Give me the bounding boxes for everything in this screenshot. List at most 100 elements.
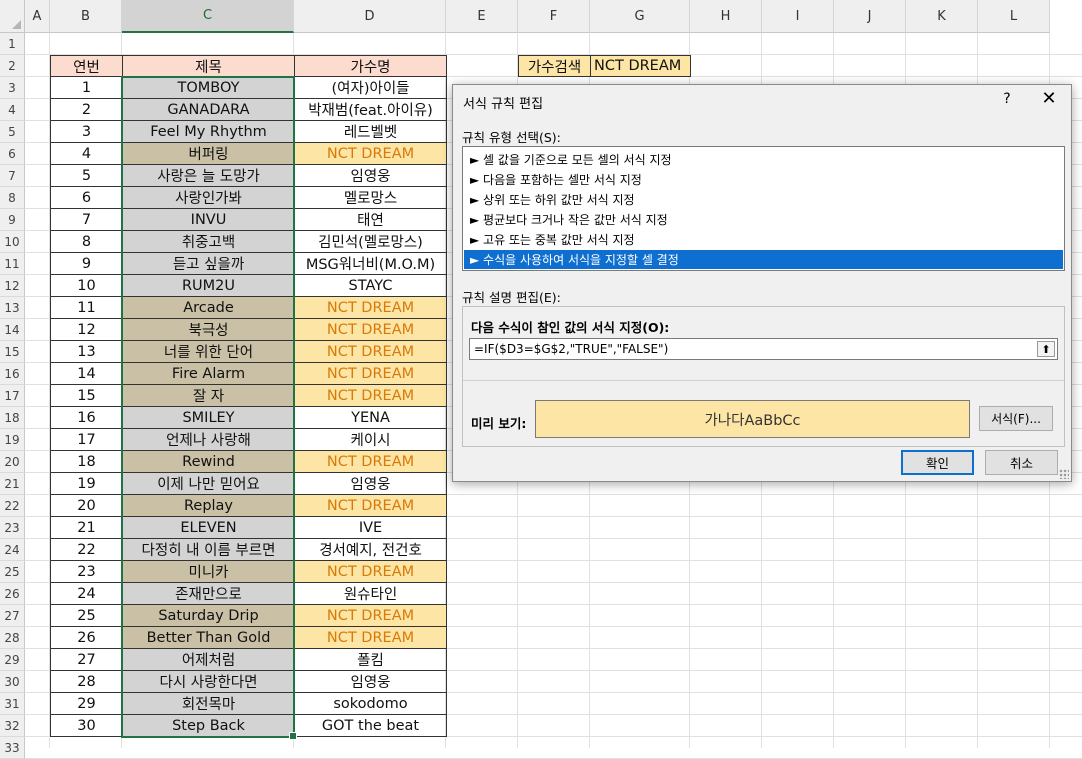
- cell-artist[interactable]: NCT DREAM: [294, 341, 447, 363]
- cell-artist[interactable]: 멜로망스: [294, 187, 447, 209]
- rule-type-item[interactable]: ► 셀 값을 기준으로 모든 셀의 서식 지정: [464, 150, 1063, 169]
- cell-num[interactable]: 17: [50, 429, 123, 451]
- cell-title[interactable]: 너를 위한 단어: [122, 341, 295, 363]
- cell-num[interactable]: 23: [50, 561, 123, 583]
- close-icon[interactable]: ✕: [1038, 88, 1060, 109]
- cell-num[interactable]: 30: [50, 715, 123, 737]
- cell-artist[interactable]: 김민석(멜로망스): [294, 231, 447, 253]
- search-label-cell[interactable]: 가수검색: [518, 55, 591, 77]
- row-header-15[interactable]: 15: [0, 341, 25, 363]
- cell-artist[interactable]: NCT DREAM: [294, 319, 447, 341]
- row-header-2[interactable]: 2: [0, 55, 25, 77]
- cell-artist[interactable]: sokodomo: [294, 693, 447, 715]
- row-header-10[interactable]: 10: [0, 231, 25, 253]
- cell-artist[interactable]: 경서예지, 전건호: [294, 539, 447, 561]
- cell-num[interactable]: 28: [50, 671, 123, 693]
- cell-num[interactable]: 22: [50, 539, 123, 561]
- format-button[interactable]: 서식(F)...: [979, 406, 1053, 431]
- column-header-f[interactable]: F: [518, 0, 590, 33]
- header-artist[interactable]: 가수명: [294, 55, 447, 77]
- cell-artist[interactable]: STAYC: [294, 275, 447, 297]
- cell-artist[interactable]: IVE: [294, 517, 447, 539]
- column-header-b[interactable]: B: [50, 0, 122, 33]
- header-title[interactable]: 제목: [122, 55, 295, 77]
- cell-num[interactable]: 8: [50, 231, 123, 253]
- cell-title[interactable]: 사랑인가봐: [122, 187, 295, 209]
- cell-title[interactable]: Better Than Gold: [122, 627, 295, 649]
- cell-title[interactable]: SMILEY: [122, 407, 295, 429]
- cell-num[interactable]: 27: [50, 649, 123, 671]
- column-header-h[interactable]: H: [690, 0, 762, 33]
- rule-type-list[interactable]: ► 셀 값을 기준으로 모든 셀의 서식 지정 ► 다음을 포함하는 셀만 서식 …: [462, 146, 1065, 271]
- cell-artist[interactable]: NCT DREAM: [294, 385, 447, 407]
- cell-num[interactable]: 13: [50, 341, 123, 363]
- search-value-cell[interactable]: NCT DREAM: [590, 55, 691, 77]
- cell-title[interactable]: Saturday Drip: [122, 605, 295, 627]
- row-header-3[interactable]: 3: [0, 77, 25, 99]
- cell-title[interactable]: 언제나 사랑해: [122, 429, 295, 451]
- cell-num[interactable]: 4: [50, 143, 123, 165]
- row-header-27[interactable]: 27: [0, 605, 25, 627]
- cell-title[interactable]: Feel My Rhythm: [122, 121, 295, 143]
- rule-type-item[interactable]: ► 고유 또는 중복 값만 서식 지정: [464, 230, 1063, 249]
- row-header-31[interactable]: 31: [0, 693, 25, 715]
- row-header-17[interactable]: 17: [0, 385, 25, 407]
- cancel-button[interactable]: 취소: [985, 450, 1058, 475]
- cell-title[interactable]: 취중고백: [122, 231, 295, 253]
- cell-artist[interactable]: 박재범(feat.아이유): [294, 99, 447, 121]
- cell-title[interactable]: 사랑은 늘 도망가: [122, 165, 295, 187]
- cell-artist[interactable]: NCT DREAM: [294, 143, 447, 165]
- cell-num[interactable]: 1: [50, 77, 123, 99]
- column-header-d[interactable]: D: [294, 0, 446, 33]
- row-header-19[interactable]: 19: [0, 429, 25, 451]
- cell-title[interactable]: 존재만으로: [122, 583, 295, 605]
- cell-artist[interactable]: NCT DREAM: [294, 297, 447, 319]
- row-header-25[interactable]: 25: [0, 561, 25, 583]
- cell-artist[interactable]: 케이시: [294, 429, 447, 451]
- resize-grip-icon[interactable]: [1059, 469, 1069, 479]
- row-header-24[interactable]: 24: [0, 539, 25, 561]
- cell-artist[interactable]: (여자)아이들: [294, 77, 447, 99]
- cell-artist[interactable]: NCT DREAM: [294, 451, 447, 473]
- row-header-9[interactable]: 9: [0, 209, 25, 231]
- header-num[interactable]: 연번: [50, 55, 123, 77]
- cell-title[interactable]: Replay: [122, 495, 295, 517]
- column-header-i[interactable]: I: [762, 0, 834, 33]
- cell-artist[interactable]: 태연: [294, 209, 447, 231]
- row-header-11[interactable]: 11: [0, 253, 25, 275]
- formula-input[interactable]: =IF($D3=$G$2,"TRUE","FALSE") ⬆: [469, 338, 1058, 360]
- cell-artist[interactable]: NCT DREAM: [294, 363, 447, 385]
- cell-num[interactable]: 24: [50, 583, 123, 605]
- cell-num[interactable]: 14: [50, 363, 123, 385]
- cell-num[interactable]: 19: [50, 473, 123, 495]
- cell-title[interactable]: 북극성: [122, 319, 295, 341]
- cell-title[interactable]: INVU: [122, 209, 295, 231]
- row-header-33[interactable]: 33: [0, 737, 25, 759]
- cell-artist[interactable]: NCT DREAM: [294, 561, 447, 583]
- cell-artist[interactable]: YENA: [294, 407, 447, 429]
- row-header-5[interactable]: 5: [0, 121, 25, 143]
- row-header-18[interactable]: 18: [0, 407, 25, 429]
- cell-artist[interactable]: 임영웅: [294, 671, 447, 693]
- row-header-32[interactable]: 32: [0, 715, 25, 737]
- cell-title[interactable]: 어제처럼: [122, 649, 295, 671]
- cell-num[interactable]: 5: [50, 165, 123, 187]
- row-header-29[interactable]: 29: [0, 649, 25, 671]
- row-header-23[interactable]: 23: [0, 517, 25, 539]
- cell-num[interactable]: 3: [50, 121, 123, 143]
- row-header-28[interactable]: 28: [0, 627, 25, 649]
- row-header-8[interactable]: 8: [0, 187, 25, 209]
- cell-title[interactable]: RUM2U: [122, 275, 295, 297]
- column-header-k[interactable]: K: [906, 0, 978, 33]
- row-header-26[interactable]: 26: [0, 583, 25, 605]
- row-header-6[interactable]: 6: [0, 143, 25, 165]
- cell-title[interactable]: 버퍼링: [122, 143, 295, 165]
- cell-title[interactable]: Rewind: [122, 451, 295, 473]
- row-header-14[interactable]: 14: [0, 319, 25, 341]
- rule-type-item[interactable]: ► 상위 또는 하위 값만 서식 지정: [464, 190, 1063, 209]
- cell-num[interactable]: 6: [50, 187, 123, 209]
- cell-artist[interactable]: NCT DREAM: [294, 495, 447, 517]
- cell-artist[interactable]: 임영웅: [294, 473, 447, 495]
- cell-title[interactable]: 회전목마: [122, 693, 295, 715]
- cell-title[interactable]: 잘 자: [122, 385, 295, 407]
